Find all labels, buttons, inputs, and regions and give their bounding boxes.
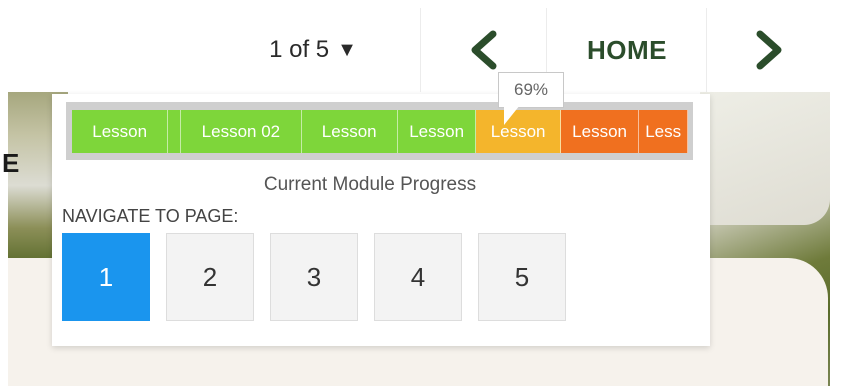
page-button-1[interactable]: 1	[62, 233, 150, 321]
progress-percent-tooltip: 69%	[498, 72, 564, 108]
page-indicator: 1 of 5	[269, 36, 330, 63]
progress-segment-lesson[interactable]: Less	[639, 110, 688, 153]
page-button-2[interactable]: 2	[166, 233, 254, 321]
chevron-right-icon	[756, 30, 782, 70]
page-selector[interactable]: 1 of 5 ▼	[238, 30, 388, 70]
progress-segment-lesson[interactable]: Lesson 02	[181, 110, 302, 153]
page-button-5[interactable]: 5	[478, 233, 566, 321]
caret-down-icon: ▼	[337, 38, 357, 61]
progress-segment-lesson[interactable]	[168, 110, 182, 153]
page-button-4[interactable]: 4	[374, 233, 462, 321]
page-navigation-dropdown: Lesson Lesson 02 Lesson Lesson Lesson Lesson L…	[52, 72, 710, 346]
progress-segments: Lesson Lesson 02 Lesson Lesson Lesson Lesson L…	[72, 110, 688, 153]
background-heading-fragment: E	[2, 148, 20, 178]
progress-segment-lesson[interactable]: Lesson	[397, 110, 477, 153]
top-navigation-bar: 1 of 5 ▼ HOME	[0, 0, 852, 92]
progress-segment-lesson[interactable]: Lesson	[301, 110, 398, 153]
chevron-left-icon	[471, 30, 496, 70]
home-button[interactable]: HOME	[546, 8, 707, 92]
progress-segment-lesson[interactable]: Lesson	[72, 110, 169, 153]
next-page-button[interactable]	[706, 8, 831, 92]
progress-segment-lesson[interactable]: Lesson	[560, 110, 640, 153]
home-label: HOME	[587, 34, 667, 65]
navigate-label: NAVIGATE TO PAGE:	[62, 206, 239, 226]
page-button-group: 12345	[62, 233, 582, 321]
background-card	[700, 92, 830, 225]
tooltip-pointer	[504, 105, 520, 125]
progress-caption: Current Module Progress	[263, 174, 477, 195]
module-progress-bar: Lesson Lesson 02 Lesson Lesson Lesson Lesson L…	[66, 102, 693, 160]
page-button-3[interactable]: 3	[270, 233, 358, 321]
